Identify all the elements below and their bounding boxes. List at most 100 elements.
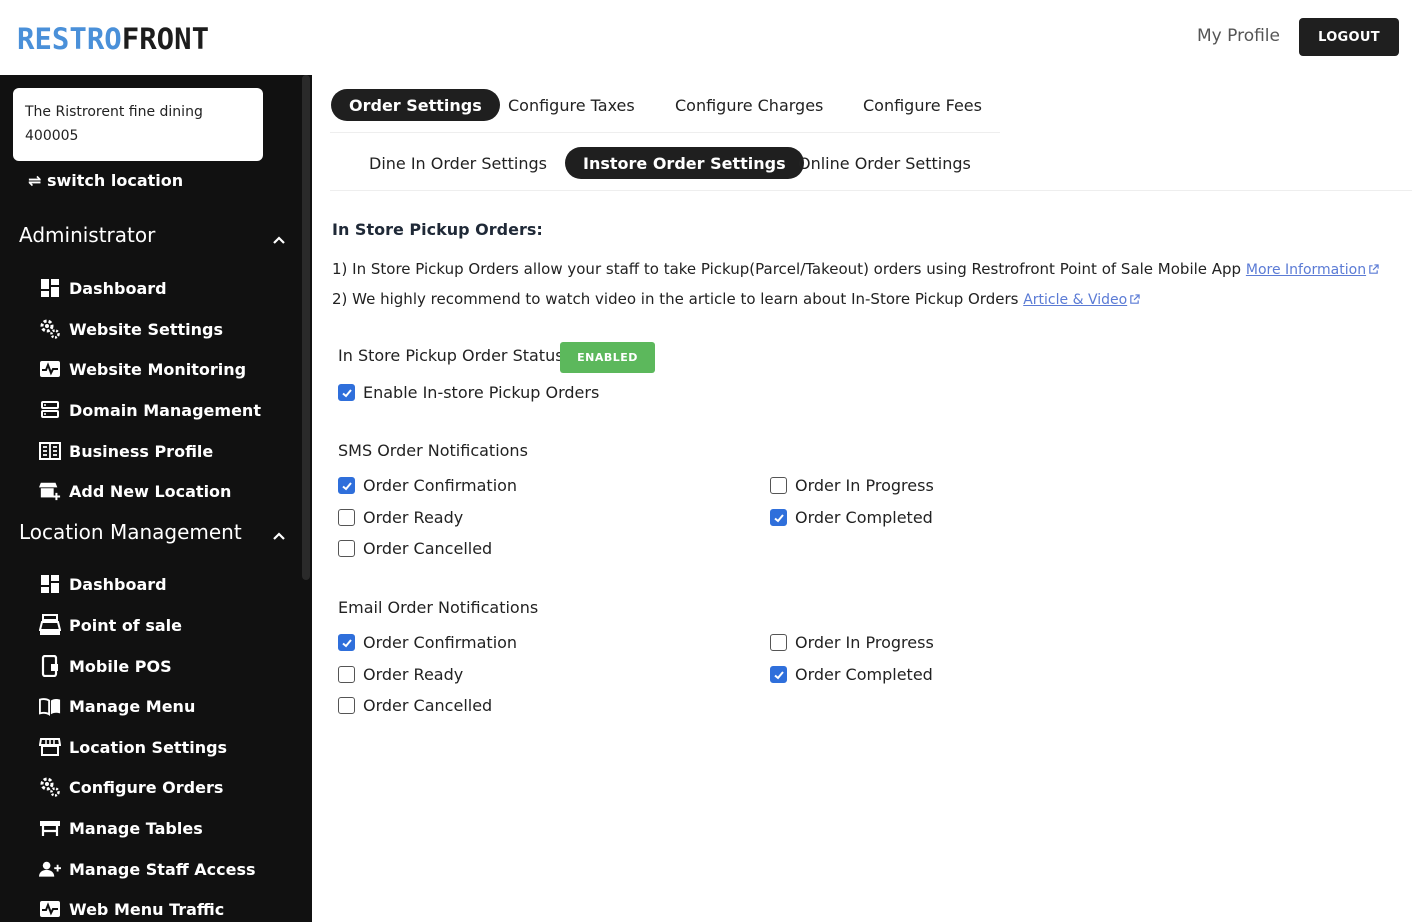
sidebar-item-loc-dashboard[interactable]: Dashboard (39, 569, 167, 599)
sidebar-item-loc-mobile-pos[interactable]: Mobile POS (39, 651, 172, 681)
sms-order-confirmation-checkbox[interactable]: Order Confirmation (338, 476, 517, 495)
main-content: Order Settings Configure Taxes Configure… (312, 75, 1427, 922)
restrofront-logo[interactable]: RESTROFRONT (17, 20, 209, 58)
sms-order-cancelled-checkbox[interactable]: Order Cancelled (338, 539, 492, 558)
book-icon (39, 695, 61, 717)
sidebar-item-loc-configure-orders[interactable]: Configure Orders (39, 772, 223, 802)
checkbox-unchecked[interactable] (338, 540, 355, 557)
chevron-up-icon[interactable] (272, 233, 286, 247)
location-management-section-title[interactable]: Location Management (19, 520, 242, 544)
sidebar-item-label: Business Profile (69, 441, 214, 461)
administrator-section-title[interactable]: Administrator (19, 223, 155, 247)
tab-configure-fees[interactable]: Configure Fees (845, 89, 1000, 121)
sidebar-item-website-settings[interactable]: Website Settings (39, 314, 223, 344)
sms-order-completed-checkbox[interactable]: Order Completed (770, 508, 933, 527)
email-order-ready-checkbox[interactable]: Order Ready (338, 665, 463, 684)
sidebar-item-loc-point-of-sale[interactable]: Point of sale (39, 610, 182, 640)
checkbox-unchecked[interactable] (338, 509, 355, 526)
tab-dine-in-order-settings[interactable]: Dine In Order Settings (351, 147, 565, 179)
email-order-completed-checkbox[interactable]: Order Completed (770, 665, 933, 684)
server-icon (39, 399, 61, 421)
sidebar-item-label: Domain Management (69, 400, 261, 420)
sidebar-item-label: Manage Tables (69, 818, 203, 838)
checkbox-checked[interactable] (770, 509, 787, 526)
primary-tabs: Order Settings Configure Taxes Configure… (330, 75, 1000, 133)
sidebar-item-label: Dashboard (69, 278, 167, 298)
check-icon (341, 481, 352, 490)
pulse-icon (39, 358, 61, 380)
tab-online-order-settings[interactable]: Online Order Settings (780, 147, 989, 179)
sidebar-item-label: Mobile POS (69, 656, 172, 676)
status-badge: ENABLED (560, 342, 655, 373)
dashboard-icon (39, 277, 61, 299)
tab-instore-order-settings[interactable]: Instore Order Settings (565, 147, 804, 179)
sms-notifications-title: SMS Order Notifications (338, 441, 528, 460)
sidebar-item-website-monitoring[interactable]: Website Monitoring (39, 354, 246, 384)
sidebar-item-dashboard[interactable]: Dashboard (39, 273, 167, 303)
sidebar-item-label: Manage Staff Access (69, 859, 256, 879)
sidebar-item-label: Web Menu Traffic (69, 899, 225, 919)
sidebar-item-loc-manage-staff-access[interactable]: Manage Staff Access (39, 854, 256, 884)
location-card: The Ristrorent fine dining 400005 (13, 88, 263, 161)
info-line-1: 1) In Store Pickup Orders allow your sta… (332, 260, 1379, 278)
checkbox-checked[interactable] (338, 384, 355, 401)
dashboard-icon (39, 573, 61, 595)
sms-order-ready-checkbox[interactable]: Order Ready (338, 508, 463, 527)
checkbox-checked[interactable] (770, 666, 787, 683)
external-link-icon (1369, 264, 1379, 274)
email-order-cancelled-checkbox[interactable]: Order Cancelled (338, 696, 492, 715)
checkbox-unchecked[interactable] (770, 477, 787, 494)
location-name: The Ristrorent fine dining (25, 104, 203, 120)
sidebar-item-business-profile[interactable]: Business Profile (39, 436, 213, 466)
tab-configure-taxes[interactable]: Configure Taxes (490, 89, 653, 121)
sidebar-item-domain-management[interactable]: Domain Management (39, 395, 261, 425)
enable-instore-pickup-checkbox[interactable]: Enable In-store Pickup Orders (338, 383, 599, 402)
sidebar-item-label: Location Settings (69, 737, 228, 757)
sidebar: The Ristrorent fine dining 400005 ⇌ swit… (0, 75, 312, 922)
gears-icon (39, 776, 61, 798)
switch-location-link[interactable]: ⇌ switch location (28, 171, 183, 190)
store-add-icon (39, 480, 61, 502)
email-order-confirmation-checkbox[interactable]: Order Confirmation (338, 633, 517, 652)
sms-order-in-progress-checkbox[interactable]: Order In Progress (770, 476, 934, 495)
checkbox-checked[interactable] (338, 477, 355, 494)
tab-configure-charges[interactable]: Configure Charges (657, 89, 841, 121)
section-heading: In Store Pickup Orders: (332, 220, 543, 239)
more-information-link[interactable]: More Information (1246, 262, 1379, 278)
sidebar-scrollbar[interactable] (302, 75, 310, 580)
checkbox-unchecked[interactable] (770, 634, 787, 651)
gears-icon (39, 318, 61, 340)
sidebar-item-loc-web-menu-traffic[interactable]: Web Menu Traffic (39, 894, 224, 922)
location-code: 400005 (25, 128, 79, 144)
external-link-icon (1130, 294, 1140, 304)
top-header: RESTROFRONT My Profile LOGOUT (0, 0, 1427, 75)
sidebar-item-label: Website Monitoring (69, 359, 247, 379)
checkbox-checked[interactable] (338, 634, 355, 651)
check-icon (773, 670, 784, 679)
table-icon (39, 817, 61, 839)
sidebar-item-label: Website Settings (69, 319, 223, 339)
sidebar-item-add-new-location[interactable]: Add New Location (39, 476, 231, 506)
pickup-status-label: In Store Pickup Order Status: (338, 346, 569, 365)
chevron-up-icon[interactable] (272, 529, 286, 543)
cash-register-icon (39, 614, 61, 636)
sidebar-item-label: Dashboard (69, 574, 167, 594)
email-notifications-title: Email Order Notifications (338, 598, 539, 617)
sidebar-item-loc-manage-menu[interactable]: Manage Menu (39, 691, 195, 721)
sidebar-item-loc-location-settings[interactable]: Location Settings (39, 732, 227, 762)
checkbox-unchecked[interactable] (338, 666, 355, 683)
check-icon (341, 388, 352, 397)
check-icon (773, 513, 784, 522)
my-profile-link[interactable]: My Profile (1197, 26, 1280, 46)
article-video-link[interactable]: Article & Video (1023, 292, 1140, 308)
secondary-tabs: Dine In Order Settings Instore Order Set… (330, 133, 1412, 191)
pulse-icon (39, 898, 61, 920)
logout-button[interactable]: LOGOUT (1299, 18, 1399, 56)
user-add-icon (39, 858, 61, 880)
sidebar-item-label: Point of sale (69, 615, 182, 635)
email-order-in-progress-checkbox[interactable]: Order In Progress (770, 633, 934, 652)
store-icon (39, 736, 61, 758)
checkbox-unchecked[interactable] (338, 697, 355, 714)
tab-order-settings[interactable]: Order Settings (331, 89, 500, 121)
sidebar-item-loc-manage-tables[interactable]: Manage Tables (39, 813, 203, 843)
